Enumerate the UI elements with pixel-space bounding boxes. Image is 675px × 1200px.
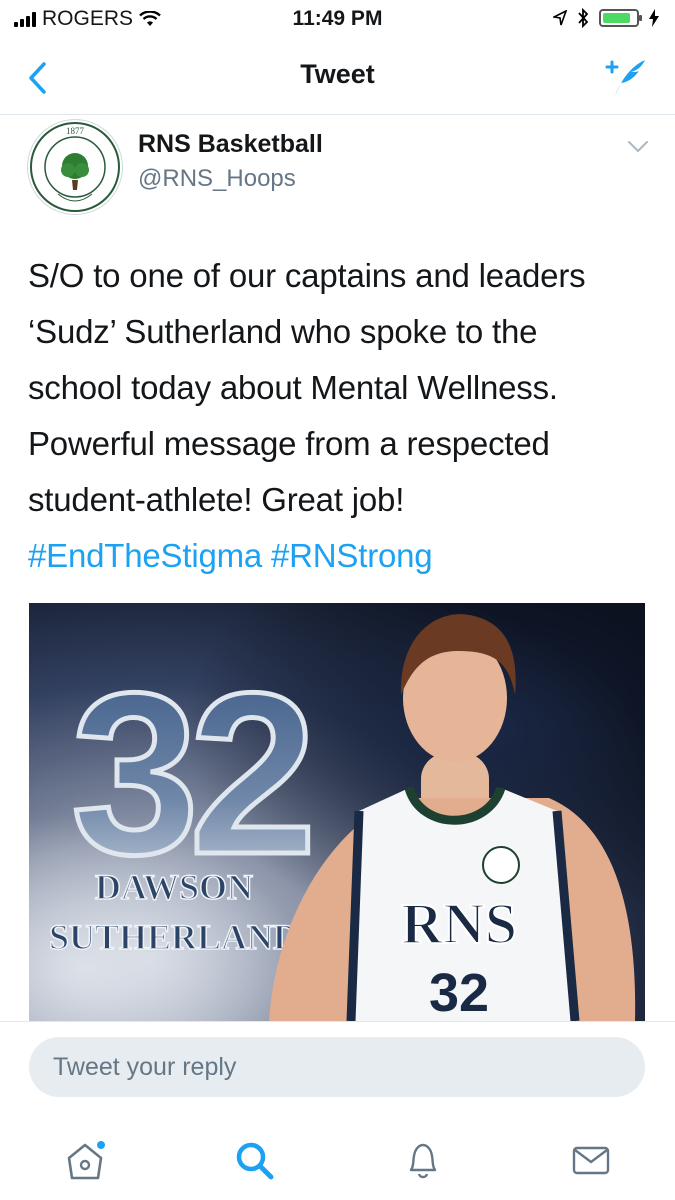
tweet-text: S/O to one of our captains and leaders ‘… (28, 248, 658, 584)
jersey-number: 32 (429, 963, 489, 1021)
search-icon (236, 1142, 274, 1180)
nav-bar: Tweet (0, 40, 675, 115)
tab-search[interactable] (224, 1130, 284, 1190)
reply-input[interactable]: Tweet your reply (29, 1037, 645, 1097)
tab-home[interactable] (55, 1130, 115, 1190)
tweet-text-line: school today about Mental Wellness. (28, 369, 558, 406)
photo-first-name: DAWSON (95, 867, 253, 907)
tweet-text-line: Powerful message from a respected (28, 425, 550, 462)
location-icon (553, 10, 567, 26)
tweet-photo[interactable]: 32 DAWSON SUTHERLAND RNS 32 (29, 603, 645, 1021)
avatar[interactable]: 1877 (27, 119, 123, 215)
tweet-text-line: S/O to one of our captains and leaders (28, 257, 586, 294)
reply-placeholder: Tweet your reply (53, 1052, 237, 1081)
author-handle[interactable]: @RNS_Hoops (138, 165, 296, 193)
tab-messages[interactable] (561, 1130, 621, 1190)
bell-icon (409, 1143, 437, 1179)
hashtag-links[interactable]: #EndTheStigma #RNStrong (28, 528, 658, 584)
page-title: Tweet (300, 59, 375, 89)
tweet-text-line: ‘Sudz’ Sutherland who spoke to the (28, 313, 538, 350)
svg-text:1877: 1877 (66, 126, 85, 136)
status-bar: ROGERS 11:49 PM (0, 0, 675, 40)
envelope-icon (572, 1146, 610, 1175)
compose-tweet-icon[interactable] (603, 54, 649, 100)
school-crest-logo: 1877 (30, 122, 120, 212)
home-icon (67, 1141, 105, 1180)
photo-last-name: SUTHERLAND (49, 917, 299, 957)
tweet-text-line: student-athlete! Great job! (28, 481, 405, 518)
reply-bar: Tweet your reply (0, 1021, 675, 1117)
tab-bar (0, 1116, 675, 1200)
photo-number: 32 (71, 645, 308, 902)
chevron-down-icon[interactable] (627, 140, 649, 154)
author-name[interactable]: RNS Basketball (138, 130, 323, 159)
tab-notifications[interactable] (393, 1130, 453, 1190)
bluetooth-icon (578, 8, 589, 28)
charging-icon (649, 9, 659, 27)
battery-icon (599, 9, 642, 27)
jersey-text: RNS (401, 891, 517, 956)
